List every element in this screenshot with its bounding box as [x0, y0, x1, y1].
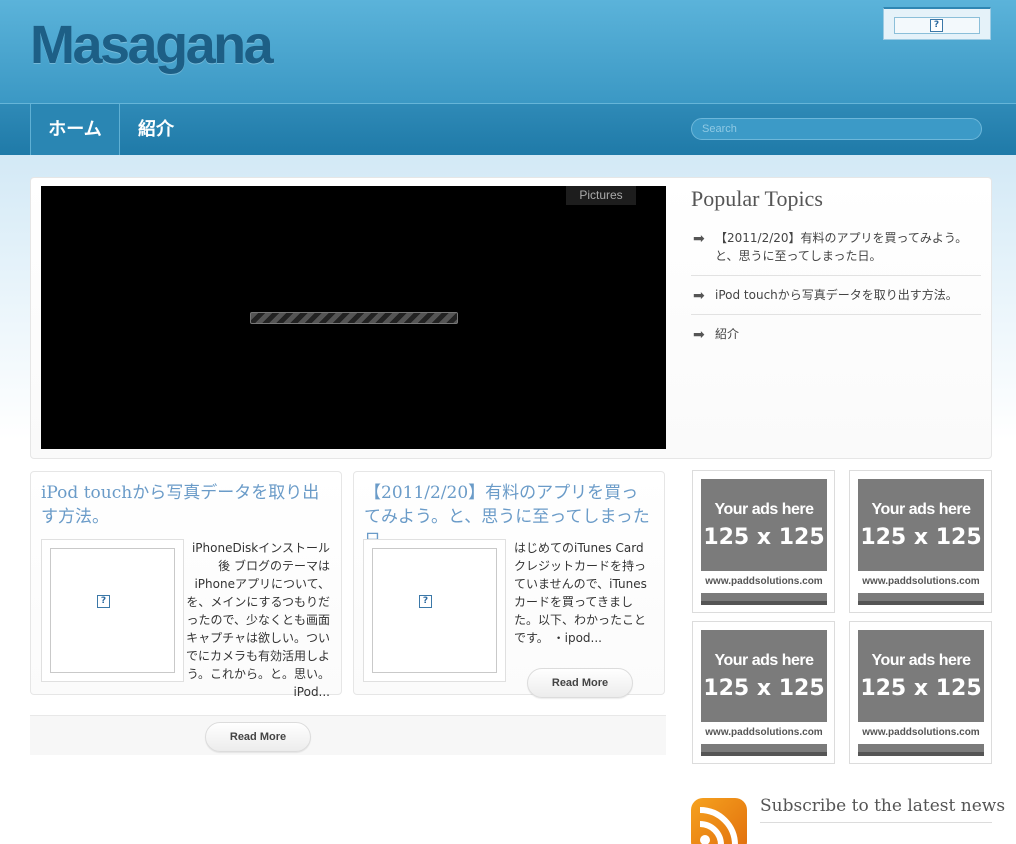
- main-nav: ホーム 紹介 Search: [0, 103, 1016, 155]
- post-excerpt: iPhoneDiskインストール後 ブログのテーマはiPhoneアプリについて、…: [185, 541, 330, 699]
- ad-size: 125 x 125: [860, 525, 982, 550]
- subscribe-title: Subscribe to the latest news: [760, 796, 1006, 816]
- ad-image: Your ads here 125 x 125 www.paddsolution…: [701, 630, 827, 756]
- read-more-button[interactable]: Read More: [527, 668, 633, 698]
- ad-size: 125 x 125: [703, 525, 825, 550]
- ad-url: www.paddsolutions.com: [858, 571, 984, 593]
- broken-image-icon: ?: [930, 19, 943, 32]
- broken-image-icon: ?: [419, 595, 432, 608]
- popular-topic-item[interactable]: ➡ 【2011/2/20】有料のアプリを買ってみよう。と、思うに至ってしまった日…: [691, 229, 981, 265]
- ad-headline: Your ads here: [714, 501, 814, 518]
- divider: [691, 275, 981, 276]
- popular-topic-item[interactable]: ➡ iPod touchから写真データを取り出す方法。: [691, 286, 981, 304]
- nav-item-about[interactable]: 紹介: [138, 104, 174, 155]
- header-widget-frame[interactable]: ?: [894, 17, 980, 34]
- ad-headline: Your ads here: [871, 501, 971, 518]
- slideshow-tab-pictures[interactable]: Pictures: [566, 186, 636, 205]
- post-excerpt: はじめてのiTunes Card クレジットカードを持っていませんので、iTun…: [514, 541, 647, 645]
- thumbnail-frame: [50, 548, 175, 673]
- ad-banner[interactable]: Your ads here 125 x 125 www.paddsolution…: [849, 470, 992, 613]
- arrow-right-icon: ➡: [693, 327, 705, 343]
- read-more-button[interactable]: Read More: [205, 722, 311, 752]
- arrow-right-icon: ➡: [693, 288, 705, 304]
- ad-size: 125 x 125: [860, 676, 982, 701]
- ad-url: www.paddsolutions.com: [701, 571, 827, 593]
- divider: [760, 822, 992, 823]
- post-title-link[interactable]: iPod touchから写真データを取り出す方法。: [41, 481, 331, 529]
- header-widget: ?: [883, 7, 991, 40]
- popular-topics-title: Popular Topics: [691, 186, 823, 211]
- ad-banner[interactable]: Your ads here 125 x 125 www.paddsolution…: [692, 621, 835, 764]
- post-thumbnail[interactable]: ?: [41, 539, 184, 682]
- site-header: Masagana ?: [0, 0, 1016, 103]
- broken-image-icon: ?: [97, 595, 110, 608]
- ad-size: 125 x 125: [703, 676, 825, 701]
- ad-url: www.paddsolutions.com: [701, 722, 827, 744]
- popular-topic-item[interactable]: ➡ 紹介: [691, 325, 981, 343]
- ad-banner[interactable]: Your ads here 125 x 125 www.paddsolution…: [692, 470, 835, 613]
- thumbnail-frame: [372, 548, 497, 673]
- read-more-bar: [30, 715, 666, 755]
- popular-topic-link[interactable]: 紹介: [715, 327, 739, 341]
- popular-topic-link[interactable]: iPod touchから写真データを取り出す方法。: [715, 288, 958, 302]
- ad-image: Your ads here 125 x 125 www.paddsolution…: [701, 479, 827, 605]
- divider: [691, 314, 981, 315]
- ad-image: Your ads here 125 x 125 www.paddsolution…: [858, 479, 984, 605]
- site-logo[interactable]: Masagana: [30, 14, 274, 76]
- search-input[interactable]: Search: [691, 118, 982, 140]
- ad-image: Your ads here 125 x 125 www.paddsolution…: [858, 630, 984, 756]
- loading-bar: [250, 312, 458, 324]
- ad-headline: Your ads here: [714, 652, 814, 669]
- nav-item-home[interactable]: ホーム: [30, 104, 120, 155]
- rss-icon[interactable]: [691, 798, 747, 844]
- post-thumbnail[interactable]: ?: [363, 539, 506, 682]
- ad-url: www.paddsolutions.com: [858, 722, 984, 744]
- popular-topic-link[interactable]: 【2011/2/20】有料のアプリを買ってみよう。と、思うに至ってしまった日。: [715, 231, 967, 263]
- ad-banner[interactable]: Your ads here 125 x 125 www.paddsolution…: [849, 621, 992, 764]
- ad-headline: Your ads here: [871, 652, 971, 669]
- arrow-right-icon: ➡: [693, 231, 705, 247]
